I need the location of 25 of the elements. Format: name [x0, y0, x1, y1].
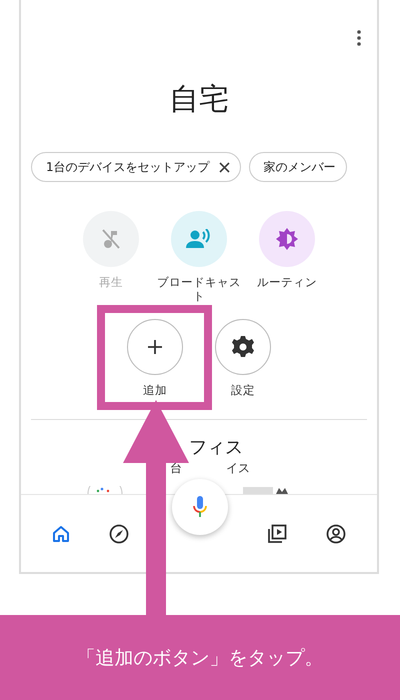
chip[interactable]: 家のメンバー — [248, 152, 347, 182]
action-label: ブロードキャスト — [156, 275, 242, 303]
plus-icon — [147, 339, 163, 355]
room-subtitle: 台 — [170, 460, 182, 476]
home-title: 自宅 — [168, 81, 230, 119]
close-icon[interactable] — [218, 162, 230, 172]
sun-icon — [276, 228, 298, 250]
more-icon[interactable] — [357, 30, 361, 46]
room-subtitle: イス — [226, 460, 250, 476]
settings-icon — [232, 336, 254, 358]
home-icon[interactable] — [52, 524, 70, 542]
microphone-icon — [193, 495, 207, 519]
instruction-text: 「追加のボタン」をタップ。 — [76, 646, 324, 670]
media-icon[interactable] — [266, 524, 287, 544]
chip[interactable]: 1台のデバイスをセットアップ — [31, 152, 241, 182]
muted-note-icon — [101, 228, 121, 250]
action-label: 再生 — [98, 275, 124, 291]
account-icon[interactable] — [326, 524, 346, 544]
compass-icon[interactable] — [109, 524, 130, 544]
room-title: フィス — [188, 436, 244, 460]
microphone-button[interactable] — [172, 479, 228, 535]
action-label: 追加 — [142, 383, 168, 399]
action-label: 設定 — [230, 383, 256, 399]
action-label: ルーティン — [256, 275, 318, 291]
person-speaking-icon — [186, 229, 212, 249]
